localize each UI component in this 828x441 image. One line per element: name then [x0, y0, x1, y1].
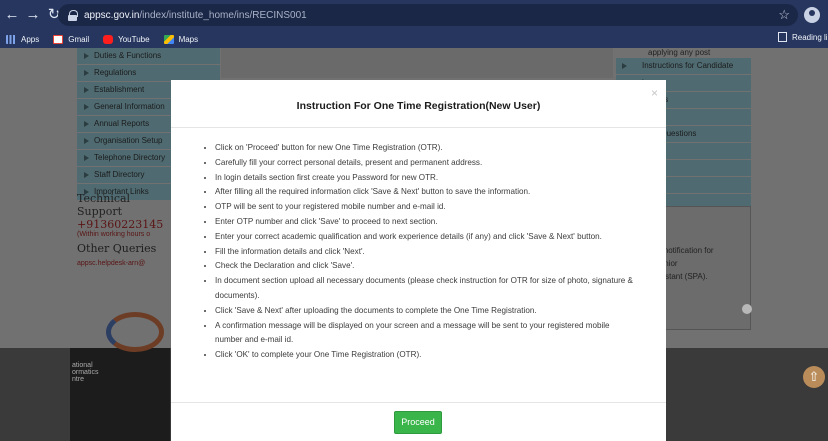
close-icon[interactable]: ×	[651, 86, 658, 100]
bookmark-gmail[interactable]: Gmail	[53, 34, 89, 44]
maps-icon	[163, 34, 174, 44]
list-item: Enter your correct academic qualificatio…	[215, 230, 636, 245]
nic-logo: ational ormatics ntre	[72, 362, 99, 383]
slider-dot-icon[interactable]	[742, 304, 752, 314]
left-nav-item[interactable]: Duties & Functions	[77, 48, 220, 64]
bookmark-maps[interactable]: Maps	[163, 34, 198, 44]
otr-instruction-modal: Instruction For One Time Registration(Ne…	[171, 80, 666, 441]
scroll-top-icon[interactable]: ⇧	[803, 366, 825, 388]
profile-icon[interactable]	[804, 7, 820, 23]
site-logo-icon	[106, 312, 164, 352]
modal-body: Click on 'Proceed' button for new One Ti…	[171, 128, 666, 363]
right-nav-caption: applying any post	[648, 48, 711, 57]
modal-footer: Proceed	[171, 402, 666, 441]
url-text[interactable]: appsc.gov.in/index/institute_home/ins/RE…	[84, 10, 307, 21]
list-item: A confirmation message will be displayed…	[215, 319, 636, 349]
back-icon[interactable]: ←	[3, 6, 21, 24]
forward-icon[interactable]: →	[24, 6, 42, 24]
list-item: In document section upload all necessary…	[215, 274, 636, 304]
browser-toolbar: ← → ↻ appsc.gov.in/index/institute_home/…	[0, 0, 828, 30]
list-item: OTP will be sent to your registered mobi…	[215, 200, 636, 215]
list-item: Click 'Save & Next' after uploading the …	[215, 304, 636, 319]
support-email[interactable]: appsc.helpdesk-arn@	[77, 260, 172, 267]
apps-grid-icon	[6, 34, 16, 44]
bookmarks-bar: Apps Gmail YouTube Maps Reading li	[0, 30, 828, 48]
reading-list[interactable]: Reading li	[778, 32, 828, 42]
modal-title: Instruction For One Time Registration(Ne…	[296, 100, 541, 112]
bookmark-youtube[interactable]: YouTube	[103, 34, 150, 44]
support-phone: +91360223145	[77, 218, 164, 231]
other-queries-heading: Other Queries	[77, 242, 157, 255]
list-item: Carefully fill your correct personal det…	[215, 156, 636, 171]
reading-list-icon	[778, 32, 787, 42]
list-item: Check the Declaration and click 'Save'.	[215, 259, 636, 274]
list-item: Click on 'Proceed' button for new One Ti…	[215, 141, 636, 156]
list-item: Click 'OK' to complete your One Time Reg…	[215, 348, 636, 363]
banner-slider	[221, 48, 613, 78]
list-item: In login details section first create yo…	[215, 171, 636, 186]
left-nav-item[interactable]: Regulations	[77, 65, 220, 81]
right-nav-item[interactable]: Instructions for Candidate	[616, 58, 751, 74]
list-item: Fill the information details and click '…	[215, 245, 636, 260]
bookmark-star-icon[interactable]: ☆	[778, 7, 790, 23]
support-panel: Technical Support +91360223145 (Within w…	[77, 192, 172, 267]
bookmark-apps[interactable]: Apps	[6, 34, 39, 44]
instruction-list: Click on 'Proceed' button for new One Ti…	[215, 141, 636, 363]
modal-header: Instruction For One Time Registration(Ne…	[171, 80, 666, 128]
support-heading: Technical Support	[77, 192, 131, 218]
address-bar[interactable]: appsc.gov.in/index/institute_home/ins/RE…	[58, 4, 798, 26]
list-item: Enter OTP number and click 'Save' to pro…	[215, 215, 636, 230]
proceed-button[interactable]: Proceed	[394, 411, 442, 434]
lock-icon[interactable]	[68, 9, 78, 21]
gmail-icon	[53, 34, 64, 44]
support-hours: (Within working hours o	[77, 231, 151, 238]
youtube-icon	[103, 34, 114, 44]
list-item: After filling all the required informati…	[215, 185, 636, 200]
